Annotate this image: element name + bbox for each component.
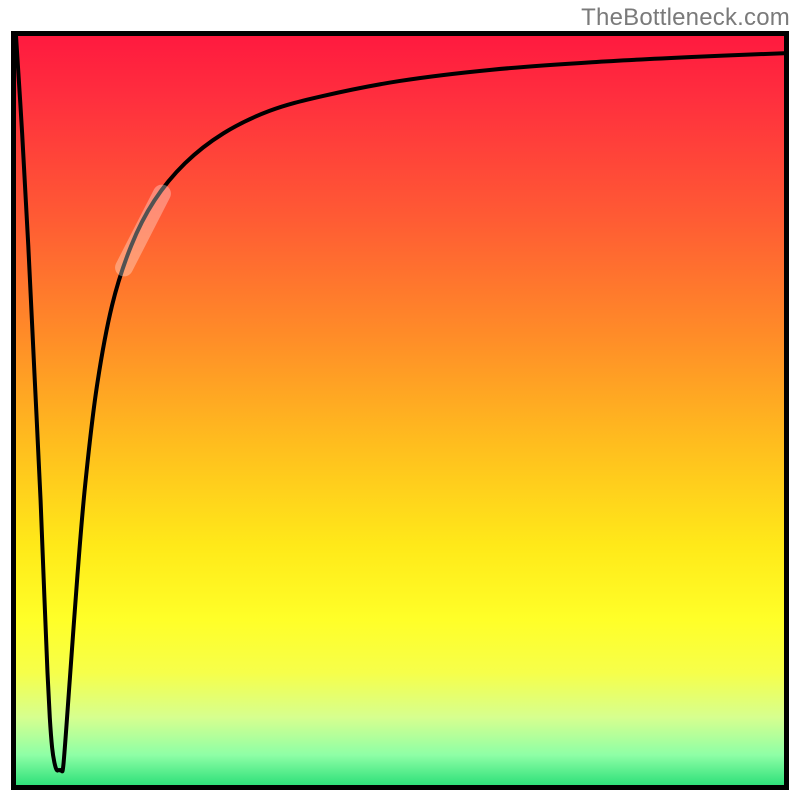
- plot-area: [11, 31, 789, 790]
- watermark-text: TheBottleneck.com: [581, 4, 790, 32]
- bottleneck-curve: [16, 36, 784, 771]
- chart-container: TheBottleneck.com: [0, 0, 800, 800]
- curve-svg: [16, 36, 784, 785]
